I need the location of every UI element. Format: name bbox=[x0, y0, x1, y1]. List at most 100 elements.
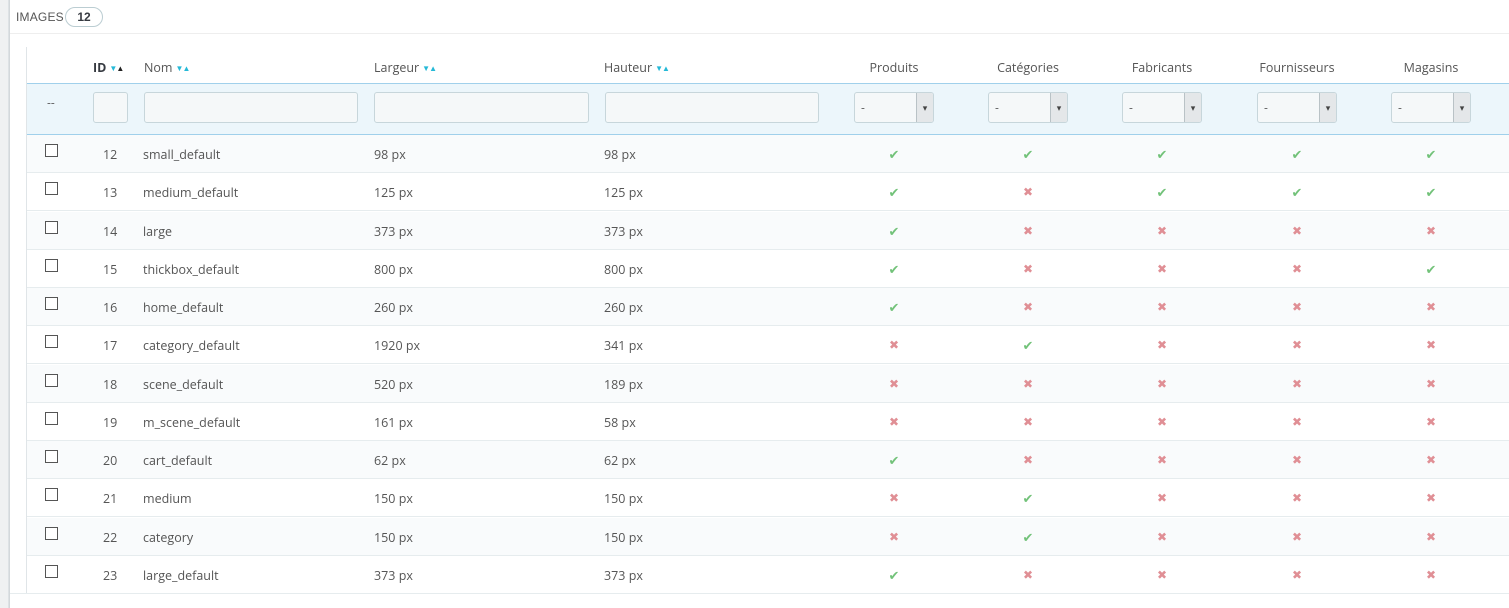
chevron-down-icon: ▾ bbox=[1050, 93, 1067, 122]
cell-name: large bbox=[143, 222, 173, 240]
table-row[interactable]: 16 home_default 260 px 260 px ✔ ✖ ✖ ✖ ✖ bbox=[27, 288, 1509, 326]
sort-asc-icon[interactable]: ▲ bbox=[116, 63, 124, 74]
check-icon: ✔ bbox=[888, 565, 900, 584]
check-icon: ✔ bbox=[1022, 527, 1034, 546]
sort-desc-icon[interactable]: ▼ bbox=[655, 63, 663, 74]
row-select-checkbox[interactable] bbox=[45, 488, 58, 502]
cross-icon: ✖ bbox=[1022, 412, 1034, 430]
cross-icon: ✖ bbox=[1156, 412, 1168, 430]
sort-asc-icon[interactable]: ▲ bbox=[662, 63, 670, 74]
row-select-checkbox[interactable] bbox=[45, 144, 58, 157]
cell-height: 98 px bbox=[604, 146, 636, 163]
cross-icon: ✖ bbox=[1156, 298, 1168, 315]
image-types-table: ID ▼▲ Nom ▼▲ Largeur ▼▲ Hauteur ▼▲ Produits … bbox=[26, 47, 1509, 594]
column-header-id[interactable]: ID ▼▲ bbox=[93, 59, 124, 76]
cross-icon: ✖ bbox=[888, 336, 900, 354]
filter-manufacturers-select[interactable]: - ▾ bbox=[1122, 92, 1202, 123]
check-icon: ✔ bbox=[1022, 489, 1034, 508]
sort-arrows-icon[interactable]: ▼▲ bbox=[176, 63, 191, 74]
table-row[interactable]: 13 medium_default 125 px 125 px ✔ ✖ ✔ ✔ ✔ bbox=[27, 173, 1509, 212]
row-select-checkbox[interactable] bbox=[45, 220, 58, 234]
sort-asc-icon[interactable]: ▲ bbox=[182, 63, 190, 74]
column-header-height[interactable]: Hauteur ▼▲ bbox=[604, 59, 670, 76]
check-icon: ✔ bbox=[1022, 145, 1034, 163]
sort-arrows-icon[interactable]: ▼▲ bbox=[422, 63, 437, 74]
row-select-checkbox[interactable] bbox=[45, 526, 58, 540]
cross-icon: ✖ bbox=[1291, 336, 1303, 354]
cell-width: 62 px bbox=[374, 452, 406, 469]
check-icon: ✔ bbox=[1291, 183, 1303, 202]
table-row[interactable]: 22 category 150 px 150 px ✖ ✔ ✖ ✖ ✖ bbox=[27, 517, 1509, 556]
filter-products-select[interactable]: - ▾ bbox=[854, 92, 934, 123]
table-row[interactable]: 19 m_scene_default 161 px 58 px ✖ ✖ ✖ ✖ ✖ bbox=[27, 403, 1509, 441]
cell-name: home_default bbox=[143, 299, 224, 316]
filter-suppliers-select[interactable]: - ▾ bbox=[1257, 92, 1337, 123]
cell-name: scene_default bbox=[143, 375, 224, 393]
cell-height: 62 px bbox=[604, 452, 636, 469]
sidebar-edge bbox=[0, 0, 9, 608]
row-select-checkbox[interactable] bbox=[45, 182, 58, 196]
cross-icon: ✖ bbox=[1291, 412, 1303, 430]
cell-height: 341 px bbox=[604, 337, 643, 355]
sort-arrows-icon[interactable]: ▼▲ bbox=[109, 63, 124, 74]
cell-name: medium_default bbox=[143, 184, 239, 202]
check-icon: ✔ bbox=[888, 145, 900, 163]
column-header-width[interactable]: Largeur ▼▲ bbox=[374, 59, 437, 76]
cell-width: 260 px bbox=[374, 299, 413, 316]
cross-icon: ✖ bbox=[1425, 565, 1437, 583]
filter-stores-select[interactable]: - ▾ bbox=[1391, 92, 1471, 123]
row-select-checkbox[interactable] bbox=[45, 373, 58, 387]
filter-suppliers-value: - bbox=[1264, 99, 1268, 116]
column-header-height-label: Hauteur bbox=[604, 59, 653, 76]
filter-name-input[interactable] bbox=[144, 92, 358, 123]
column-header-name[interactable]: Nom ▼▲ bbox=[144, 59, 191, 76]
column-header-suppliers: Fournisseurs bbox=[1259, 59, 1335, 76]
column-header-products: Produits bbox=[869, 59, 919, 76]
cross-icon: ✖ bbox=[1425, 336, 1437, 354]
cell-name: large_default bbox=[143, 566, 219, 584]
filter-width-input[interactable] bbox=[374, 92, 589, 123]
table-row[interactable]: 17 category_default 1920 px 341 px ✖ ✔ ✖ ✖ ✖ bbox=[27, 326, 1509, 365]
cell-width: 150 px bbox=[374, 490, 413, 508]
cross-icon: ✖ bbox=[1022, 259, 1034, 277]
row-select-checkbox[interactable] bbox=[45, 335, 58, 349]
table-row[interactable]: 20 cart_default 62 px 62 px ✔ ✖ ✖ ✖ ✖ bbox=[27, 441, 1509, 479]
cross-icon: ✖ bbox=[1291, 489, 1303, 507]
cross-icon: ✖ bbox=[1156, 527, 1168, 545]
row-select-checkbox[interactable] bbox=[45, 297, 58, 310]
check-icon: ✔ bbox=[888, 183, 900, 202]
cross-icon: ✖ bbox=[1291, 527, 1303, 545]
table-row[interactable]: 14 large 373 px 373 px ✔ ✖ ✖ ✖ ✖ bbox=[27, 211, 1509, 250]
filter-height-input[interactable] bbox=[605, 92, 819, 123]
cell-name: m_scene_default bbox=[143, 413, 241, 431]
cell-id: 15 bbox=[103, 260, 118, 278]
cell-id: 19 bbox=[103, 413, 118, 431]
cross-icon: ✖ bbox=[1022, 183, 1034, 201]
cross-icon: ✖ bbox=[1022, 451, 1034, 468]
row-select-checkbox[interactable] bbox=[45, 411, 58, 425]
row-select-checkbox[interactable] bbox=[45, 564, 58, 578]
cell-id: 21 bbox=[103, 490, 118, 508]
cross-icon: ✖ bbox=[1156, 565, 1168, 583]
row-select-checkbox[interactable] bbox=[45, 258, 58, 272]
table-row[interactable]: 23 large_default 373 px 373 px ✔ ✖ ✖ ✖ ✖ bbox=[27, 556, 1509, 594]
row-select-checkbox[interactable] bbox=[45, 450, 58, 463]
column-header-stores: Magasins bbox=[1403, 59, 1459, 76]
cell-height: 373 px bbox=[604, 222, 643, 240]
filter-categories-select[interactable]: - ▾ bbox=[988, 92, 1068, 123]
sort-arrows-icon[interactable]: ▼▲ bbox=[655, 63, 670, 74]
cross-icon: ✖ bbox=[1022, 298, 1034, 315]
table-row[interactable]: 15 thickbox_default 800 px 800 px ✔ ✖ ✖ ✖ ✔ bbox=[27, 250, 1509, 288]
check-icon: ✔ bbox=[888, 221, 900, 240]
sort-asc-icon[interactable]: ▲ bbox=[429, 63, 437, 74]
cross-icon: ✖ bbox=[888, 527, 900, 545]
check-icon: ✔ bbox=[888, 259, 900, 278]
filter-id-input[interactable] bbox=[93, 92, 128, 123]
cell-name: small_default bbox=[143, 146, 221, 163]
table-row[interactable]: 21 medium 150 px 150 px ✖ ✔ ✖ ✖ ✖ bbox=[27, 479, 1509, 518]
table-row[interactable]: 12 small_default 98 px 98 px ✔ ✔ ✔ ✔ ✔ bbox=[27, 135, 1509, 173]
table-row[interactable]: 18 scene_default 520 px 189 px ✖ ✖ ✖ ✖ ✖ bbox=[27, 364, 1509, 403]
cross-icon: ✖ bbox=[1425, 412, 1437, 430]
cell-width: 150 px bbox=[374, 528, 413, 546]
table-header-row: ID ▼▲ Nom ▼▲ Largeur ▼▲ Hauteur ▼▲ Produits … bbox=[27, 47, 1509, 83]
